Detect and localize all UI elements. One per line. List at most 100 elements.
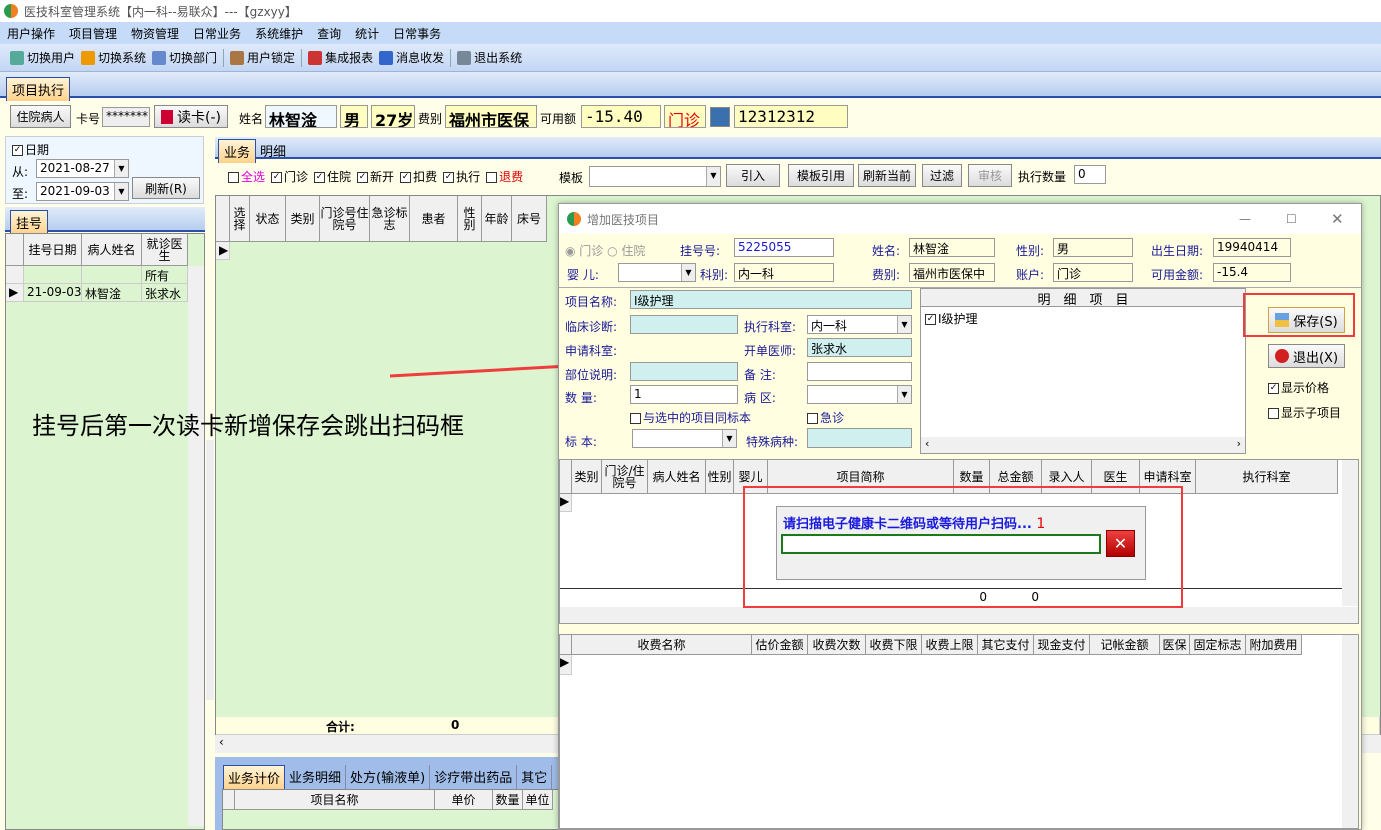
bottom-tab-2[interactable]: 处方(输液单) — [346, 765, 431, 790]
detail-scrollbar[interactable]: ‹ › — [921, 437, 1245, 453]
column-header[interactable]: 状态 — [250, 196, 286, 242]
remark-input[interactable] — [807, 362, 912, 381]
chevron-down-icon[interactable]: ▼ — [114, 160, 128, 177]
toolbar-3-button[interactable]: 用户锁定 — [230, 49, 295, 66]
filter-check-5[interactable]: ✓ 执行 — [443, 168, 480, 185]
radio-inpatient[interactable]: 住院 — [621, 244, 645, 258]
column-header[interactable]: 估价金额 — [752, 635, 808, 655]
checkbox[interactable]: ✓ — [314, 172, 326, 183]
inpatient-button[interactable]: 住院病人 — [10, 105, 71, 128]
chevron-down-icon[interactable]: ▼ — [681, 264, 695, 281]
toolbar-6-button[interactable]: 退出系统 — [457, 49, 522, 66]
menu-item[interactable]: 统计 — [348, 25, 386, 42]
maximize-icon[interactable]: ☐ — [1286, 212, 1297, 226]
splitter[interactable] — [206, 440, 214, 700]
column-header[interactable]: 单位 — [523, 790, 553, 810]
date-checkbox[interactable]: ✓ — [12, 145, 23, 156]
vertical-scrollbar[interactable] — [188, 266, 204, 826]
from-date-picker[interactable]: 2021-08-27 ▼ — [36, 159, 129, 178]
toolbar-4-button[interactable]: 集成报表 — [308, 49, 373, 66]
chevron-down-icon[interactable]: ▼ — [897, 316, 911, 333]
same-spec-checkbox[interactable] — [630, 413, 641, 424]
to-date-picker[interactable]: 2021-09-03 ▼ — [36, 182, 129, 201]
chevron-down-icon[interactable]: ▼ — [897, 386, 911, 403]
column-header[interactable]: 记帐金额 — [1090, 635, 1160, 655]
exit-button[interactable]: 退出(X) — [1268, 344, 1345, 368]
checkbox[interactable]: ✓ — [443, 172, 455, 183]
biz-button-3[interactable]: 过滤 — [922, 164, 962, 187]
read-card-button[interactable]: 读卡(-) — [154, 105, 228, 128]
radio-outpatient[interactable]: 门诊 — [579, 244, 603, 258]
toolbar-1-button[interactable]: 切换系统 — [81, 49, 146, 66]
checkbox[interactable]: ✓ — [357, 172, 369, 183]
ward-select[interactable]: ▼ — [807, 385, 912, 404]
diagnosis-input[interactable] — [630, 315, 738, 334]
exec-qty-input[interactable]: 0 — [1074, 165, 1106, 184]
tab-detail[interactable]: 明细 — [260, 141, 286, 160]
table-cell[interactable]: 张求水 — [142, 284, 188, 302]
vertical-scrollbar[interactable] — [1342, 635, 1358, 828]
column-header[interactable]: 附加费用 — [1246, 635, 1302, 655]
column-header[interactable]: 性别 — [458, 196, 482, 242]
column-header[interactable]: 收费下限 — [866, 635, 922, 655]
bottom-tab-4[interactable]: 其它 — [517, 765, 553, 790]
filter-check-1[interactable]: ✓ 门诊 — [271, 168, 308, 185]
biz-button-4[interactable]: 审核 — [968, 164, 1012, 187]
column-header[interactable]: 项目名称 — [235, 790, 435, 810]
emergency-checkbox[interactable] — [807, 413, 818, 424]
column-header[interactable]: 收费名称 — [572, 635, 752, 655]
filter-check-6[interactable]: 退费 — [486, 168, 523, 185]
column-header[interactable]: 性别 — [706, 460, 734, 494]
item-name-input[interactable]: Ⅰ级护理 — [630, 290, 912, 309]
filter-check-2[interactable]: ✓ 住院 — [314, 168, 351, 185]
tab-project-exec[interactable]: 项目执行 — [6, 77, 71, 101]
filter-check-3[interactable]: ✓ 新开 — [357, 168, 394, 185]
table-cell[interactable]: 21-09-03 — [24, 284, 82, 302]
column-header[interactable]: 挂号日期 — [24, 234, 82, 266]
part-input[interactable] — [630, 362, 738, 381]
biz-button-0[interactable]: 引入 — [726, 164, 780, 187]
column-header[interactable]: 就诊医生 — [142, 234, 188, 266]
biz-button-2[interactable]: 刷新当前 — [858, 164, 916, 187]
refresh-button[interactable]: 刷新(R) — [132, 177, 200, 199]
column-header[interactable]: 床号 — [512, 196, 547, 242]
spec-select[interactable]: ▼ — [632, 429, 737, 448]
close-icon[interactable]: ✕ — [1331, 210, 1344, 228]
doctor-input[interactable]: 张求水 — [807, 338, 912, 357]
checkbox[interactable] — [228, 172, 239, 183]
menu-item[interactable]: 物资管理 — [124, 25, 186, 42]
column-header[interactable]: 类别 — [572, 460, 602, 494]
qty-input[interactable]: 1 — [630, 385, 738, 404]
menu-item[interactable]: 系统维护 — [248, 25, 310, 42]
tab-registration[interactable]: 挂号 — [10, 210, 49, 234]
chevron-down-icon[interactable]: ▼ — [706, 167, 720, 186]
toolbar-5-button[interactable]: 消息收发 — [379, 49, 444, 66]
column-header[interactable]: 现金支付 — [1034, 635, 1090, 655]
menu-item[interactable]: 查询 — [310, 25, 348, 42]
table-cell[interactable] — [82, 266, 142, 284]
detail-item-checkbox[interactable]: ✓ — [925, 314, 936, 325]
exec-dept-select[interactable]: 内一科 ▼ — [807, 315, 912, 334]
checkbox[interactable] — [486, 172, 498, 183]
tab-business[interactable]: 业务 — [218, 139, 257, 163]
column-header[interactable]: 数量 — [493, 790, 523, 810]
bottom-tab-3[interactable]: 诊疗带出药品 — [430, 765, 518, 790]
column-header[interactable]: 类别 — [286, 196, 320, 242]
template-select[interactable]: ▼ — [589, 166, 721, 187]
card-field[interactable]: ******* — [102, 107, 150, 127]
column-header[interactable]: 年龄 — [482, 196, 512, 242]
column-header[interactable]: 单价 — [435, 790, 493, 810]
baby-select[interactable]: ▼ — [618, 263, 696, 282]
column-header[interactable]: 医保 — [1160, 635, 1190, 655]
toolbar-0-button[interactable]: 切换用户 — [10, 49, 75, 66]
special-input[interactable] — [807, 428, 912, 448]
checkbox[interactable]: ✓ — [400, 172, 412, 183]
column-header[interactable]: 执行科室 — [1196, 460, 1338, 494]
column-header[interactable]: 收费上限 — [922, 635, 978, 655]
menu-item[interactable]: 日常事务 — [386, 25, 448, 42]
column-header[interactable]: 急诊标志 — [370, 196, 410, 242]
bottom-tab-1[interactable]: 业务明细 — [285, 765, 347, 790]
biz-button-1[interactable]: 模板引用 — [788, 164, 854, 187]
checkbox[interactable]: ✓ — [271, 172, 283, 183]
horizontal-scrollbar[interactable] — [560, 607, 1358, 623]
